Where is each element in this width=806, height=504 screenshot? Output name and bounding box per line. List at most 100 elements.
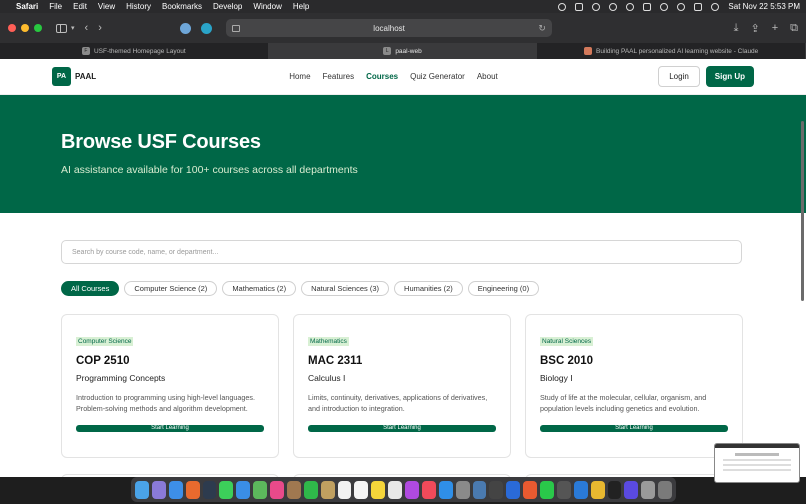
terminal-icon[interactable]	[489, 480, 504, 499]
control-center-icon[interactable]	[694, 2, 703, 11]
logo-badge[interactable]: PA	[52, 67, 71, 86]
address-bar[interactable]: localhost ↻	[225, 19, 552, 37]
filter-engineering[interactable]: Engineering (0)	[467, 281, 540, 296]
thumbnail-line	[735, 453, 779, 456]
photos-icon[interactable]	[270, 480, 284, 499]
nav-about[interactable]: About	[477, 72, 498, 81]
app-icon[interactable]	[607, 480, 622, 499]
minimize-window-icon[interactable]	[21, 24, 29, 32]
page-settings-icon[interactable]	[231, 24, 240, 32]
start-learning-button[interactable]: Start Learning	[308, 424, 496, 432]
freeform-icon[interactable]	[388, 480, 402, 499]
reload-icon[interactable]: ↻	[538, 23, 546, 34]
trash-icon[interactable]	[658, 480, 672, 499]
course-search-input[interactable]: Search by course code, name, or departme…	[61, 240, 742, 264]
play-icon[interactable]	[609, 2, 618, 11]
launchpad-icon[interactable]	[151, 480, 166, 499]
filter-natural-sciences[interactable]: Natural Sciences (3)	[301, 281, 390, 296]
filter-all-courses[interactable]: All Courses	[61, 281, 120, 296]
tab-usf-homepage[interactable]: F USF-themed Homepage Layout	[0, 43, 269, 59]
reminders-icon[interactable]	[354, 480, 369, 499]
browser-toolbar: ▾ ‹ › localhost ↻ ⤓ ⇪ + ⧉	[0, 13, 806, 43]
nav-features[interactable]: Features	[323, 72, 355, 81]
screenshot-thumbnail[interactable]	[714, 443, 800, 483]
share-icon[interactable]: ⇪	[750, 22, 759, 35]
finder-icon[interactable]	[135, 480, 149, 499]
menu-view[interactable]: View	[98, 2, 115, 11]
start-learning-button[interactable]: Start Learning	[540, 424, 728, 432]
menu-clock[interactable]: Sat Nov 22 5:53 PM	[728, 2, 800, 11]
nav-home[interactable]: Home	[289, 72, 310, 81]
login-button[interactable]: Login	[658, 66, 700, 87]
filter-humanities[interactable]: Humanities (2)	[394, 281, 463, 296]
wifi-icon[interactable]	[660, 2, 669, 11]
podcasts-icon[interactable]	[405, 480, 419, 499]
chevron-down-icon[interactable]: ▾	[71, 25, 75, 32]
teams-icon[interactable]	[624, 480, 639, 499]
menu-bookmarks[interactable]: Bookmarks	[162, 2, 202, 11]
safari-icon[interactable]	[168, 480, 183, 499]
nav-quiz-generator[interactable]: Quiz Generator	[410, 72, 465, 81]
calendar-icon[interactable]	[337, 480, 352, 499]
bluetooth-icon[interactable]	[592, 2, 601, 11]
whatsapp-icon[interactable]	[540, 480, 554, 499]
app-icon[interactable]	[202, 480, 217, 499]
zoom-window-icon[interactable]	[34, 24, 42, 32]
close-window-icon[interactable]	[8, 24, 16, 32]
logo-text[interactable]: PAAL	[75, 72, 96, 81]
folder-icon[interactable]	[641, 480, 656, 499]
tab-paal-web[interactable]: L paal-web	[268, 43, 538, 59]
brave-icon[interactable]	[523, 480, 537, 499]
sidebar-toggle-icon[interactable]	[56, 23, 67, 33]
tab-claude[interactable]: Building PAAL personalized AI learning w…	[537, 43, 806, 59]
extension-icon[interactable]	[179, 22, 191, 34]
new-tab-icon[interactable]: +	[772, 22, 778, 35]
status-grid-icon[interactable]	[575, 2, 584, 11]
status-extension-icon[interactable]	[558, 2, 567, 11]
menu-help[interactable]: Help	[293, 2, 309, 11]
system-settings-icon[interactable]	[455, 480, 470, 499]
messages-icon[interactable]	[219, 480, 234, 499]
spotlight-search-icon[interactable]	[677, 2, 686, 11]
menu-edit[interactable]: Edit	[73, 2, 87, 11]
start-learning-button[interactable]: Start Learning	[76, 424, 264, 432]
forward-arrow-icon[interactable]: ›	[98, 22, 102, 34]
app-icon[interactable]	[472, 480, 487, 499]
chrome-icon[interactable]	[590, 480, 605, 499]
menu-file[interactable]: File	[49, 2, 62, 11]
course-cards: Computer Science COP 2510 Programming Co…	[61, 314, 745, 458]
app-icon[interactable]	[286, 480, 301, 499]
mail-icon[interactable]	[236, 480, 251, 499]
download-icon[interactable]: ⤓	[734, 22, 739, 35]
nav-courses[interactable]: Courses	[366, 72, 398, 81]
facetime-icon[interactable]	[303, 480, 318, 499]
menu-develop[interactable]: Develop	[213, 2, 242, 11]
back-arrow-icon[interactable]: ‹	[85, 22, 89, 34]
signup-button[interactable]: Sign Up	[705, 66, 754, 87]
firefox-icon[interactable]	[185, 480, 200, 499]
app-store-icon[interactable]	[438, 480, 453, 499]
page-scrollbar[interactable]	[801, 121, 804, 301]
vscode-icon[interactable]	[573, 480, 588, 499]
menu-history[interactable]: History	[126, 2, 151, 11]
filter-mathematics[interactable]: Mathematics (2)	[222, 281, 297, 296]
user-icon[interactable]	[626, 2, 635, 11]
filter-computer-science[interactable]: Computer Science (2)	[124, 281, 218, 296]
music-icon[interactable]	[421, 480, 436, 499]
siri-icon[interactable]	[711, 2, 720, 11]
course-card[interactable]: Mathematics MAC 2311 Calculus I Limits, …	[293, 314, 511, 458]
notes-icon[interactable]	[371, 480, 386, 499]
course-name: Programming Concepts	[76, 373, 166, 383]
app-icon[interactable]	[506, 480, 521, 499]
url-text[interactable]: localhost	[240, 24, 538, 33]
menu-app-safari[interactable]: Safari	[16, 2, 38, 11]
menu-window[interactable]: Window	[253, 2, 281, 11]
maps-icon[interactable]	[253, 480, 267, 499]
tab-overview-icon[interactable]: ⧉	[790, 22, 798, 35]
app-icon[interactable]	[320, 480, 335, 499]
extension-s-icon[interactable]	[200, 22, 212, 34]
course-card[interactable]: Natural Sciences BSC 2010 Biology I Stud…	[525, 314, 743, 458]
course-card[interactable]: Computer Science COP 2510 Programming Co…	[61, 314, 279, 458]
app-icon[interactable]	[556, 480, 571, 499]
battery-icon[interactable]	[643, 2, 652, 11]
